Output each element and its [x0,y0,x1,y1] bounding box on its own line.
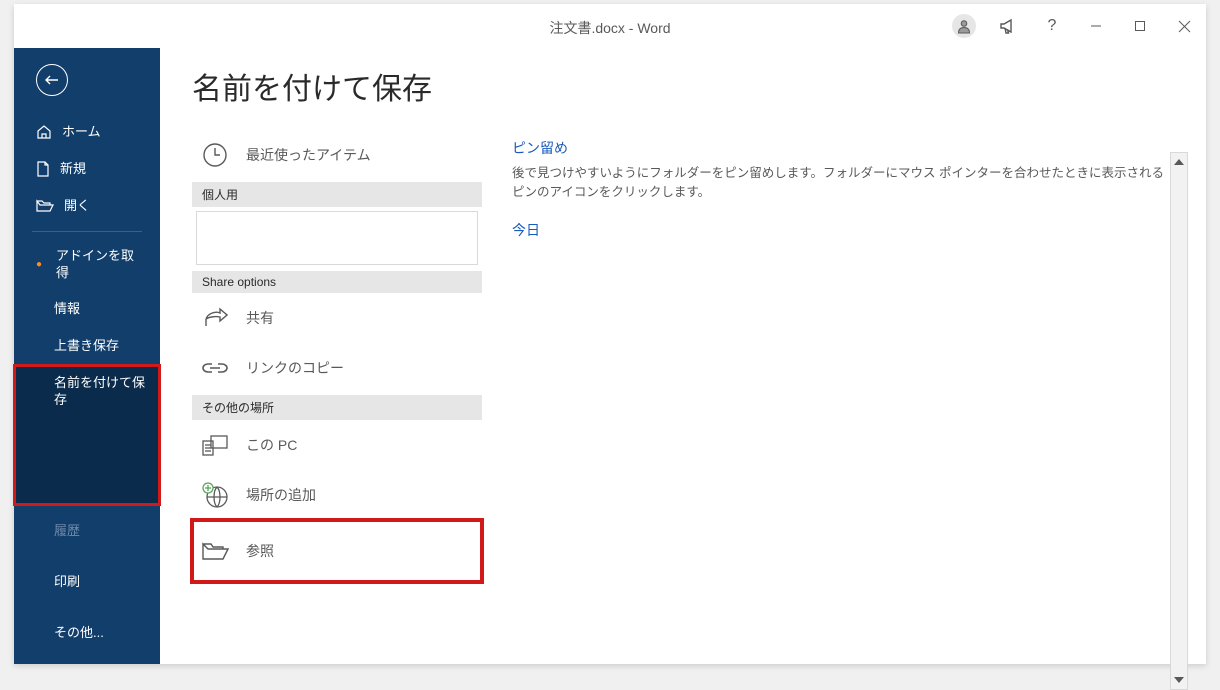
pc-icon [201,433,229,457]
page-title: 名前を付けて保存 [192,48,1206,130]
help-button[interactable]: ? [1030,4,1074,48]
section-share: Share options [192,271,482,293]
back-button[interactable] [36,64,68,96]
chevron-up-icon [1174,159,1184,165]
nav-others[interactable]: その他... [14,615,160,652]
close-icon [1178,20,1191,33]
clock-icon [202,142,228,168]
person-icon [956,18,972,34]
close-button[interactable] [1162,4,1206,48]
home-icon [36,124,52,140]
source-addplace-label: 場所の追加 [246,485,316,505]
user-avatar[interactable] [942,4,986,48]
nav-info[interactable]: 情報 [14,291,160,328]
link-icon [202,360,228,376]
source-share-label: 共有 [246,308,274,328]
source-add-place[interactable]: 場所の追加 [192,470,482,520]
section-other: その他の場所 [192,395,482,420]
nav-new[interactable]: 新規 [14,151,160,188]
share-icon [202,306,228,330]
nav-new-label: 新規 [60,161,86,178]
document-icon [36,161,50,177]
add-place-icon [202,482,228,508]
scroll-down-button[interactable] [1171,671,1187,689]
chevron-down-icon [1174,677,1184,683]
folder-icon [201,541,229,561]
maximize-icon [1134,20,1146,32]
save-sources-list: 最近使ったアイテム 個人用 Share options 共有 リンクのコピー [192,130,482,582]
nav-save-as[interactable]: 名前を付けて保存 [14,365,160,505]
section-personal: 個人用 [192,182,482,207]
source-recent-label: 最近使ったアイテム [246,145,371,165]
source-thispc-label: この PC [246,435,297,455]
source-browse-label: 参照 [246,541,274,561]
maximize-button[interactable] [1118,4,1162,48]
nav-history[interactable]: 履歴 [14,513,160,550]
feedback-button[interactable] [986,4,1030,48]
nav-history-label: 履歴 [54,523,80,540]
nav-save[interactable]: 上書き保存 [14,328,160,365]
minimize-icon [1089,19,1103,33]
nav-home-label: ホーム [62,124,101,141]
folder-list-pane: ピン留め 後で見つけやすいようにフォルダーをピン留めします。フォルダーにマウス … [482,130,1206,582]
nav-open[interactable]: 開く [14,188,160,225]
nav-home[interactable]: ホーム [14,114,160,151]
minimize-button[interactable] [1074,4,1118,48]
scroll-up-button[interactable] [1171,153,1187,171]
nav-print[interactable]: 印刷 [14,564,160,601]
source-browse[interactable]: 参照 [192,520,482,582]
nav-open-label: 開く [64,198,90,215]
nav-print-label: 印刷 [54,574,80,591]
vertical-scrollbar[interactable] [1170,152,1188,690]
source-copylink-label: リンクのコピー [246,358,344,378]
sidebar-divider [32,231,142,232]
folder-open-icon [36,199,54,213]
personal-account-box[interactable] [196,211,478,265]
window-title: 注文書.docx - Word [549,18,670,38]
pin-section-description: 後で見つけやすいようにフォルダーをピン留めします。フォルダーにマウス ポインター… [512,164,1170,202]
source-this-pc[interactable]: この PC [192,420,482,470]
source-recent[interactable]: 最近使ったアイテム [192,130,482,180]
nav-get-addins[interactable]: ● アドインを取得 [14,238,160,292]
nav-addins-label: アドインを取得 [56,248,146,282]
bullet-icon: ● [36,259,42,270]
nav-saveas-label: 名前を付けて保存 [54,375,146,409]
source-share[interactable]: 共有 [192,293,482,343]
nav-others-label: その他... [54,625,104,642]
arrow-left-icon [44,72,60,88]
pin-section-header: ピン留め [512,138,1170,158]
nav-save-label: 上書き保存 [54,338,119,355]
backstage-sidebar: ホーム 新規 開く ● アドインを取得 情報 [14,48,160,664]
source-copy-link[interactable]: リンクのコピー [192,343,482,393]
nav-info-label: 情報 [54,301,80,318]
megaphone-icon [998,16,1018,36]
today-section-header: 今日 [512,220,1170,240]
